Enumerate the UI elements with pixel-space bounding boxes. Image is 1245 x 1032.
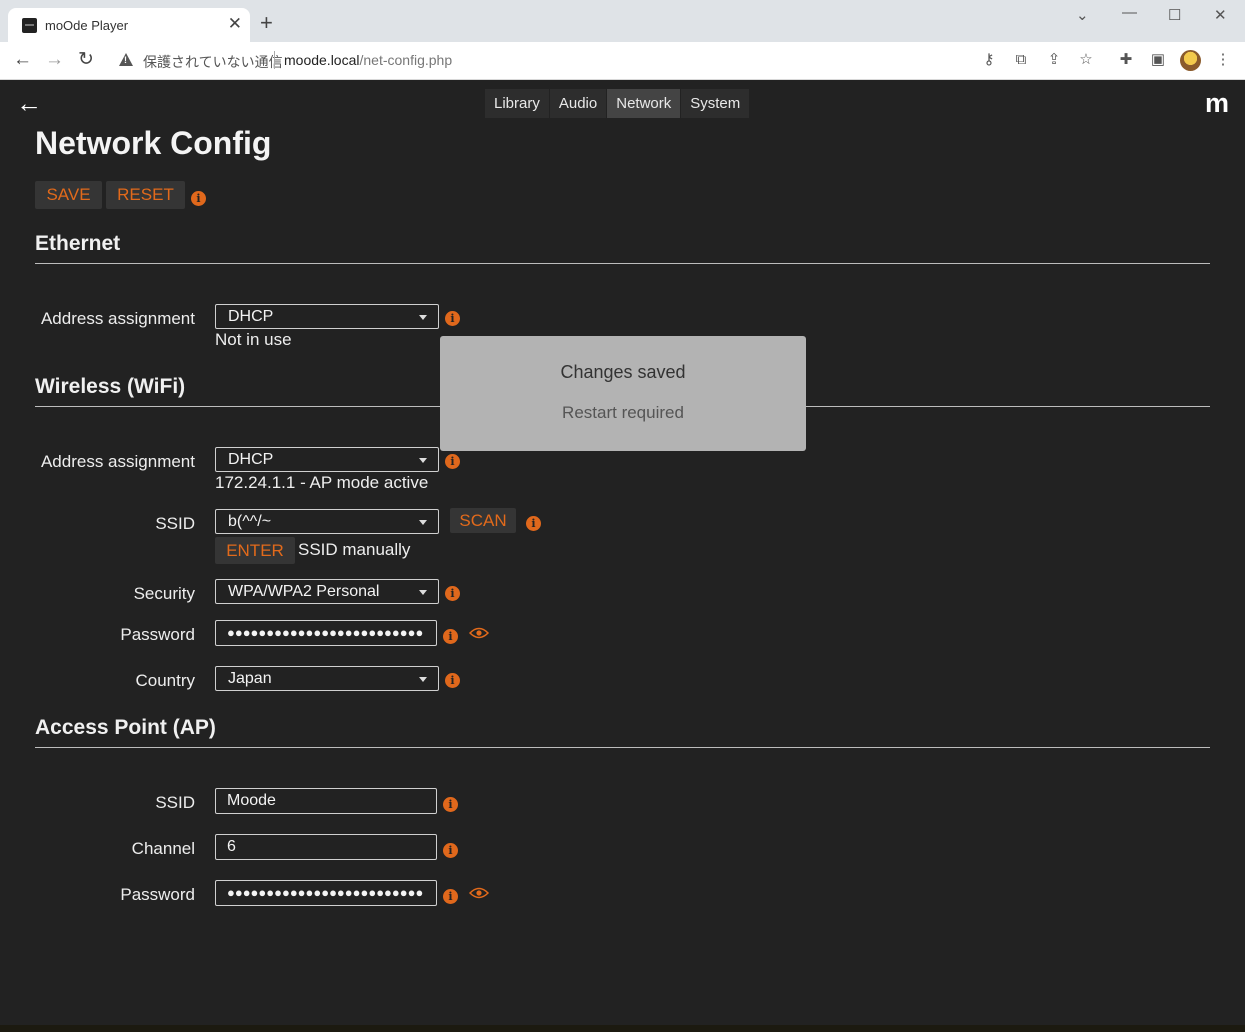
eth-address-value: DHCP [228,308,274,325]
url-separator [274,51,275,69]
section-title-ethernet: Ethernet [35,232,121,255]
changes-saved-notification: Changes saved Restart required [440,336,806,451]
show-password-eye-icon[interactable] [469,887,489,899]
info-icon[interactable]: i [443,629,458,644]
maximize-icon[interactable]: ☐ [1168,6,1181,24]
taskbar-edge [0,1025,1245,1032]
enter-ssid-suffix: SSID manually [298,540,411,559]
wifi-country-value: Japan [228,670,272,687]
ap-channel-label: Channel [131,839,195,858]
caret-down-icon [419,590,427,595]
info-icon[interactable]: i [443,843,458,858]
moode-logo[interactable]: m [1205,88,1229,119]
eth-status: Not in use [215,330,292,349]
browser-titlebar: moOde Player ✕ + ⌄ — ☐ ✕ [0,0,1245,42]
info-icon[interactable]: i [526,516,541,531]
tab-close-icon[interactable]: ✕ [228,14,242,34]
wifi-password-input[interactable]: ●●●●●●●●●●●●●●●●●●●●●●●●● [215,620,437,646]
ap-password-input[interactable]: ●●●●●●●●●●●●●●●●●●●●●●●●● [215,880,437,906]
enter-ssid-button[interactable]: ENTER [215,537,295,564]
warning-icon[interactable] [119,53,133,66]
info-icon[interactable]: i [443,797,458,812]
info-icon[interactable]: i [443,889,458,904]
info-icon[interactable]: i [445,586,460,601]
wifi-security-value: WPA/WPA2 Personal [228,583,380,600]
url-host: moode.local [284,52,360,68]
side-panel-icon[interactable]: ▣ [1149,51,1167,69]
ap-ssid-input[interactable]: Moode [215,788,437,814]
profile-avatar[interactable] [1180,50,1201,71]
notification-message: Restart required [562,403,684,422]
caret-down-icon [419,458,427,463]
info-icon[interactable]: i [191,191,206,206]
window-close-icon[interactable]: ✕ [1214,6,1227,24]
save-button[interactable]: SAVE [35,181,102,209]
share-icon[interactable]: ⇪ [1045,51,1063,69]
wifi-country-label: Country [135,671,195,690]
caret-down-icon [419,520,427,525]
eth-address-label: Address assignment [40,309,195,328]
moode-favicon-icon [22,18,37,33]
section-title-wifi: Wireless (WiFi) [35,375,186,398]
page-title: Network Config [35,125,272,161]
ap-channel-input[interactable]: 6 [215,834,437,860]
eth-address-select[interactable]: DHCP [215,304,439,329]
scan-button[interactable]: SCAN [450,508,516,533]
wifi-security-label: Security [133,584,195,603]
notification-title: Changes saved [560,362,686,382]
show-password-eye-icon[interactable] [469,627,489,639]
tab-library[interactable]: Library [485,89,550,118]
wifi-country-select[interactable]: Japan [215,666,439,691]
wifi-ssid-select[interactable]: b(^^/~ [215,509,439,534]
key-icon[interactable]: ⚷ [980,51,998,69]
info-icon[interactable]: i [445,311,460,326]
address-bar[interactable]: moode.local/net-config.php [284,52,452,68]
config-menu-tabs: Library Audio Network System [485,89,751,118]
wifi-ssid-value: b(^^/~ [228,513,272,530]
security-indicator[interactable]: 保護されていない通信 [143,52,283,72]
wifi-address-label: Address assignment [40,452,195,471]
section-divider [35,747,1210,748]
browser-toolbar: ← → ↻ 保護されていない通信 moode.local/net-config.… [0,42,1245,80]
wifi-address-value: DHCP [228,451,274,468]
minimize-icon[interactable]: — [1122,4,1137,21]
wifi-ssid-label: SSID [155,514,195,533]
tab-audio[interactable]: Audio [550,89,608,118]
bookmark-star-icon[interactable]: ☆ [1077,51,1095,69]
browser-forward-icon[interactable]: → [45,50,64,70]
section-divider [35,263,1210,264]
tab-search-chevron-icon[interactable]: ⌄ [1076,6,1089,24]
wifi-password-label: Password [120,625,195,644]
back-arrow-icon[interactable]: ← [16,90,42,116]
wifi-status: 172.24.1.1 - AP mode active [215,473,429,492]
browser-tab[interactable]: moOde Player ✕ [8,8,250,42]
info-icon[interactable]: i [445,454,460,469]
info-icon[interactable]: i [445,673,460,688]
tab-title: moOde Player [45,18,129,33]
reset-button[interactable]: RESET [106,181,185,209]
ap-password-label: Password [120,885,195,904]
new-tab-icon[interactable]: + [260,12,273,34]
reload-icon[interactable]: ↻ [78,50,94,70]
url-path: /net-config.php [359,52,453,68]
browser-menu-icon[interactable]: ⋮ [1214,51,1232,69]
section-title-ap: Access Point (AP) [35,716,216,739]
wifi-address-select[interactable]: DHCP [215,447,439,472]
browser-back-icon[interactable]: ← [13,50,32,70]
ap-ssid-label: SSID [155,793,195,812]
caret-down-icon [419,315,427,320]
extensions-puzzle-icon[interactable]: ✚ [1117,51,1135,69]
tab-network[interactable]: Network [607,89,682,118]
wifi-security-select[interactable]: WPA/WPA2 Personal [215,579,439,604]
translate-icon[interactable]: ⧉ [1012,51,1030,69]
tab-system[interactable]: System [681,89,751,118]
caret-down-icon [419,677,427,682]
